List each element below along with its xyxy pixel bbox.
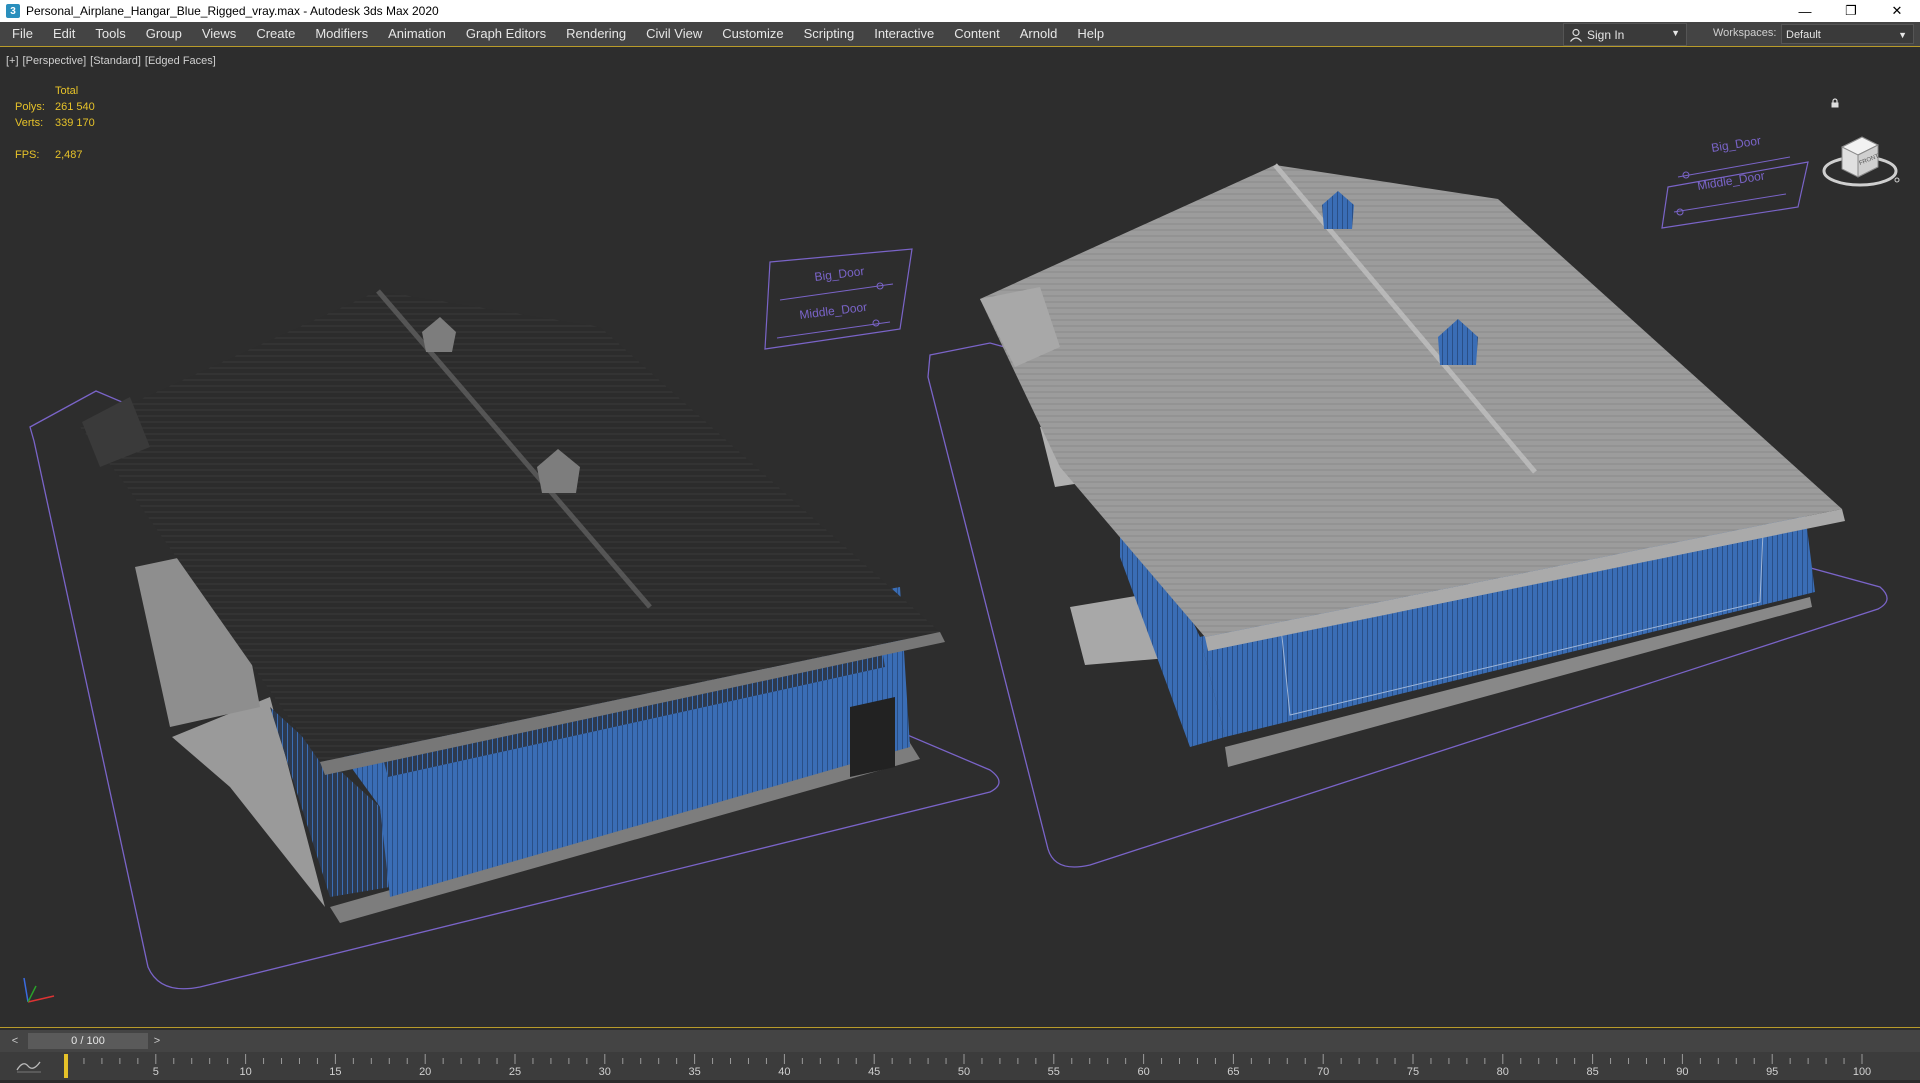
menu-views[interactable]: Views — [192, 22, 246, 46]
minimize-button[interactable]: — — [1782, 0, 1828, 22]
ruler-label: 55 — [1047, 1066, 1060, 1078]
window-controls: — ❐ ✕ — [1782, 0, 1920, 22]
ruler-label: 80 — [1496, 1066, 1509, 1078]
workspaces-label: Workspaces: — [1713, 27, 1777, 39]
sign-in-dropdown[interactable]: Sign In ▼ — [1563, 23, 1687, 46]
track-bar[interactable]: 5 10 15 20 25 30 35 40 45 50 55 60 65 70 75 80 85 90 95 100 — [0, 1052, 1920, 1080]
menu-animation[interactable]: Animation — [378, 22, 456, 46]
close-button[interactable]: ✕ — [1874, 0, 1920, 22]
3dsmax-app-icon[interactable]: 3 — [6, 4, 20, 18]
time-slider-bar: < 0 / 100 > — [0, 1030, 1920, 1052]
user-icon — [1570, 28, 1582, 42]
middle-door-slider-knob[interactable] — [1676, 208, 1684, 216]
menu-group[interactable]: Group — [136, 22, 192, 46]
chevron-down-icon: ▼ — [1898, 30, 1907, 40]
menu-content[interactable]: Content — [944, 22, 1010, 46]
menu-create[interactable]: Create — [246, 22, 305, 46]
previous-frame-button[interactable]: < — [8, 1033, 22, 1049]
mini-curve-editor-icon[interactable] — [14, 1058, 44, 1074]
menu-interactive[interactable]: Interactive — [864, 22, 944, 46]
ruler-label: 50 — [957, 1066, 971, 1078]
perspective-viewport[interactable]: [+] [Perspective] [Standard] [Edged Face… — [0, 46, 1920, 1028]
ruler-label: 70 — [1317, 1066, 1330, 1078]
door-rig-control-right[interactable] — [1661, 156, 1809, 229]
hangar-left[interactable] — [80, 289, 945, 923]
ruler-label: 65 — [1227, 1066, 1240, 1078]
ruler-label: 25 — [508, 1066, 522, 1078]
ruler-label: 85 — [1586, 1066, 1599, 1078]
door-rig-control-left[interactable] — [764, 248, 913, 350]
viewcube[interactable]: FRONT — [1820, 125, 1900, 195]
menu-graph-editors[interactable]: Graph Editors — [456, 22, 556, 46]
menu-edit[interactable]: Edit — [43, 22, 85, 46]
hangar-right[interactable] — [980, 163, 1845, 767]
ruler-label: 60 — [1137, 1066, 1150, 1078]
ruler-label: 90 — [1676, 1066, 1689, 1078]
menu-scripting[interactable]: Scripting — [794, 22, 865, 46]
menu-file[interactable]: File — [0, 22, 43, 46]
ruler-label: 5 — [152, 1066, 159, 1078]
window-titlebar: 3 Personal_Airplane_Hangar_Blue_Rigged_v… — [0, 0, 1920, 22]
menu-civil-view[interactable]: Civil View — [636, 22, 712, 46]
next-frame-button[interactable]: > — [150, 1033, 164, 1049]
menu-arnold[interactable]: Arnold — [1010, 22, 1068, 46]
3d-scene[interactable]: Big_Door Middle_Door Big_Door Middle_Doo… — [0, 47, 1920, 1027]
ruler-label: 15 — [329, 1066, 342, 1078]
ruler-label: 35 — [688, 1066, 701, 1078]
chevron-down-icon: ▼ — [1671, 28, 1680, 38]
ruler-label: 95 — [1766, 1066, 1779, 1078]
ruler-label: 100 — [1852, 1066, 1872, 1078]
menu-help[interactable]: Help — [1067, 22, 1114, 46]
ruler-label: 30 — [598, 1066, 611, 1078]
restore-button[interactable]: ❐ — [1828, 0, 1874, 22]
axis-tripod-icon — [23, 977, 55, 1003]
workspaces-select[interactable]: Default ▼ — [1781, 24, 1914, 44]
menu-customize[interactable]: Customize — [712, 22, 793, 46]
sign-in-label: Sign In — [1587, 27, 1625, 42]
ruler-label: 10 — [239, 1066, 252, 1078]
lock-icon[interactable] — [1830, 98, 1840, 108]
middle-door-label-left: Middle_Door — [799, 300, 868, 322]
menu-tools[interactable]: Tools — [85, 22, 135, 46]
ruler-label: 75 — [1406, 1066, 1420, 1078]
ruler-label: 40 — [778, 1066, 791, 1078]
big-door-label-left: Big_Door — [814, 264, 865, 284]
menu-modifiers[interactable]: Modifiers — [305, 22, 378, 46]
ruler-label: 20 — [419, 1066, 432, 1078]
workspaces-value: Default — [1786, 29, 1821, 41]
middle-door-slider-knob[interactable] — [872, 319, 880, 327]
big-door-label-right: Big_Door — [1710, 133, 1762, 155]
ruler-label: 45 — [868, 1066, 881, 1078]
current-frame-marker[interactable] — [64, 1054, 68, 1078]
window-title: Personal_Airplane_Hangar_Blue_Rigged_vra… — [26, 4, 439, 18]
time-slider-thumb[interactable]: 0 / 100 — [28, 1033, 148, 1049]
menu-rendering[interactable]: Rendering — [556, 22, 636, 46]
timeline-ruler[interactable]: 5 10 15 20 25 30 35 40 45 50 55 60 65 70 75 80 85 90 95 100 — [64, 1052, 1871, 1080]
